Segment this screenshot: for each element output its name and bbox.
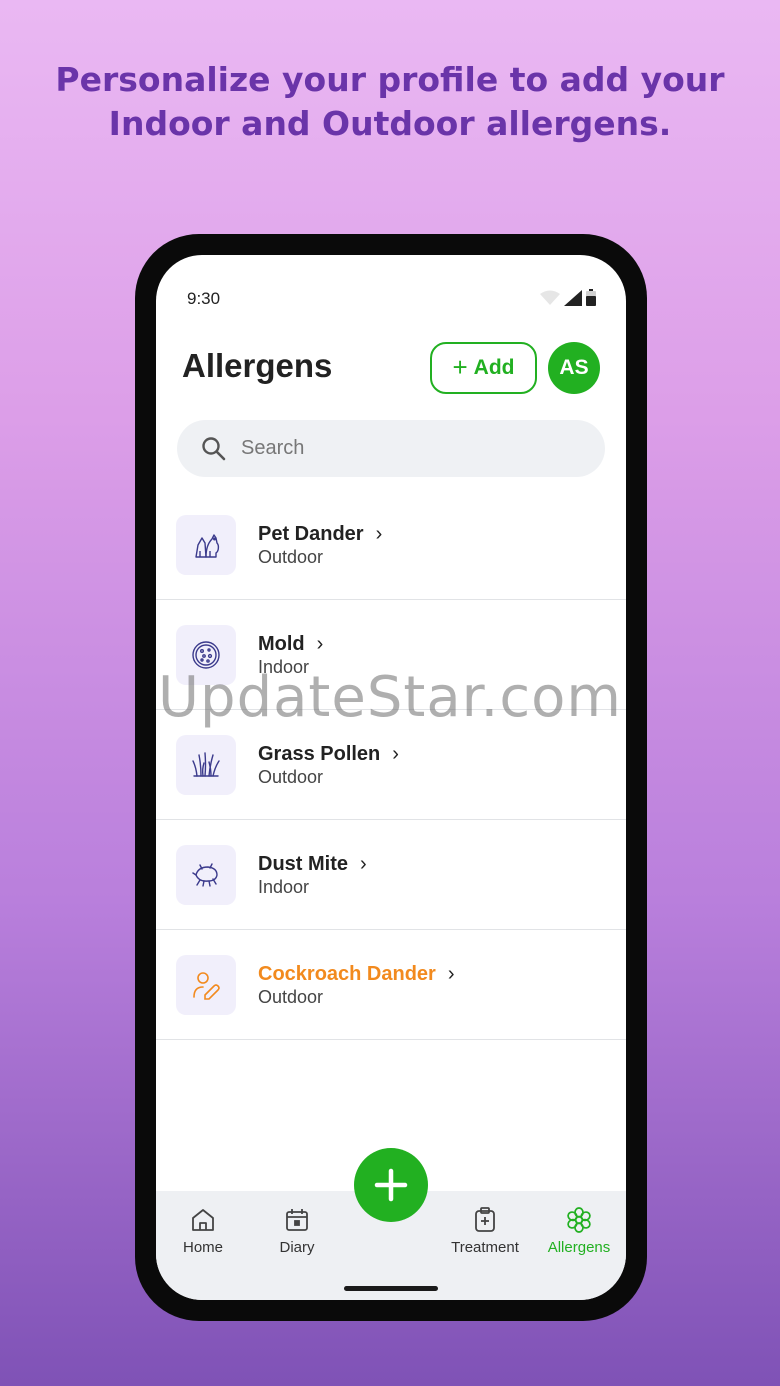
status-time: 9:30: [187, 289, 221, 308]
nav-label-home: Home: [182, 1239, 223, 1256]
search-icon: [202, 436, 226, 460]
phone-screen: 9:30 Allergens + Add AS Search Pet Dande…: [156, 255, 626, 1300]
allergen-tile: [176, 515, 236, 575]
list-item-pet-dander[interactable]: Pet Dander › Outdoor: [156, 490, 626, 600]
allergen-name: Pet Dander: [258, 523, 364, 545]
chevron-right-icon: ›: [392, 743, 399, 765]
avatar-initials: AS: [559, 356, 589, 379]
nav-item-home[interactable]: Home: [156, 1205, 250, 1256]
signal-icon: [564, 289, 582, 306]
home-icon: [192, 1209, 214, 1231]
headline-line-1: Personalize your profile to add your: [55, 60, 725, 99]
custom-allergen-icon: [193, 972, 220, 1000]
nav-label-diary: Diary: [279, 1239, 315, 1256]
chevron-right-icon: ›: [447, 963, 455, 985]
search-input[interactable]: [241, 437, 571, 460]
list-item-grass-pollen[interactable]: Grass Pollen › Outdoor: [156, 710, 626, 820]
list-item-dust-mite[interactable]: Dust Mite › Indoor: [156, 820, 626, 930]
status-bar: 9:30: [156, 255, 626, 315]
nav-label-treatment: Treatment: [451, 1239, 519, 1256]
add-allergen-button[interactable]: + Add: [430, 342, 537, 394]
add-button-label: Add: [473, 356, 515, 379]
phone-frame: 9:30 Allergens + Add AS Search Pet Dande…: [135, 234, 647, 1321]
allergen-type: Outdoor: [258, 767, 324, 787]
page-title: Allergens: [182, 347, 333, 384]
chevron-right-icon: ›: [360, 853, 367, 875]
allergen-tile: [176, 735, 236, 795]
chevron-right-icon: ›: [316, 633, 324, 655]
nav-item-diary[interactable]: Diary: [250, 1205, 344, 1256]
allergen-name: Grass Pollen: [258, 743, 381, 765]
allergen-list: Pet Dander › Outdoor Mold › Indoor Grass…: [156, 490, 626, 1040]
allergen-name: Dust Mite: [258, 853, 348, 875]
plus-icon: +: [452, 352, 468, 382]
allergen-type: Indoor: [258, 657, 310, 677]
battery-icon: [586, 289, 596, 306]
mold-icon: [192, 641, 220, 669]
dust-mite-icon: [192, 863, 218, 887]
search-bar[interactable]: [177, 420, 605, 477]
allergen-name: Mold: [258, 633, 305, 655]
allergen-type: Outdoor: [258, 547, 324, 567]
promo-headline: Personalize your profile to add your Ind…: [0, 58, 780, 146]
status-icons: [540, 289, 596, 306]
grass-icon: [192, 752, 220, 777]
pet-icon: [195, 534, 220, 558]
allergen-type: Indoor: [258, 877, 310, 897]
list-item-mold[interactable]: Mold › Indoor: [156, 600, 626, 710]
treatment-icon: [475, 1207, 495, 1232]
allergen-tile: [176, 955, 236, 1015]
avatar[interactable]: AS: [548, 342, 600, 394]
nav-item-treatment[interactable]: Treatment: [438, 1205, 532, 1256]
allergen-tile: [176, 625, 236, 685]
nav-label-allergens: Allergens: [547, 1239, 611, 1256]
flower-icon: [567, 1207, 591, 1233]
home-indicator[interactable]: [344, 1286, 438, 1291]
add-entry-fab[interactable]: [354, 1148, 428, 1222]
nav-item-allergens[interactable]: Allergens: [532, 1205, 626, 1256]
list-item-cockroach-dander[interactable]: Cockroach Dander › Outdoor: [156, 930, 626, 1040]
calendar-icon: [286, 1209, 308, 1231]
allergen-tile: [176, 845, 236, 905]
plus-icon: [374, 1168, 408, 1202]
allergen-name: Cockroach Dander: [258, 963, 436, 985]
headline-line-2: Indoor and Outdoor allergens.: [108, 104, 672, 143]
wifi-icon: [540, 290, 560, 305]
allergen-type: Outdoor: [258, 987, 324, 1007]
chevron-right-icon: ›: [375, 523, 383, 545]
